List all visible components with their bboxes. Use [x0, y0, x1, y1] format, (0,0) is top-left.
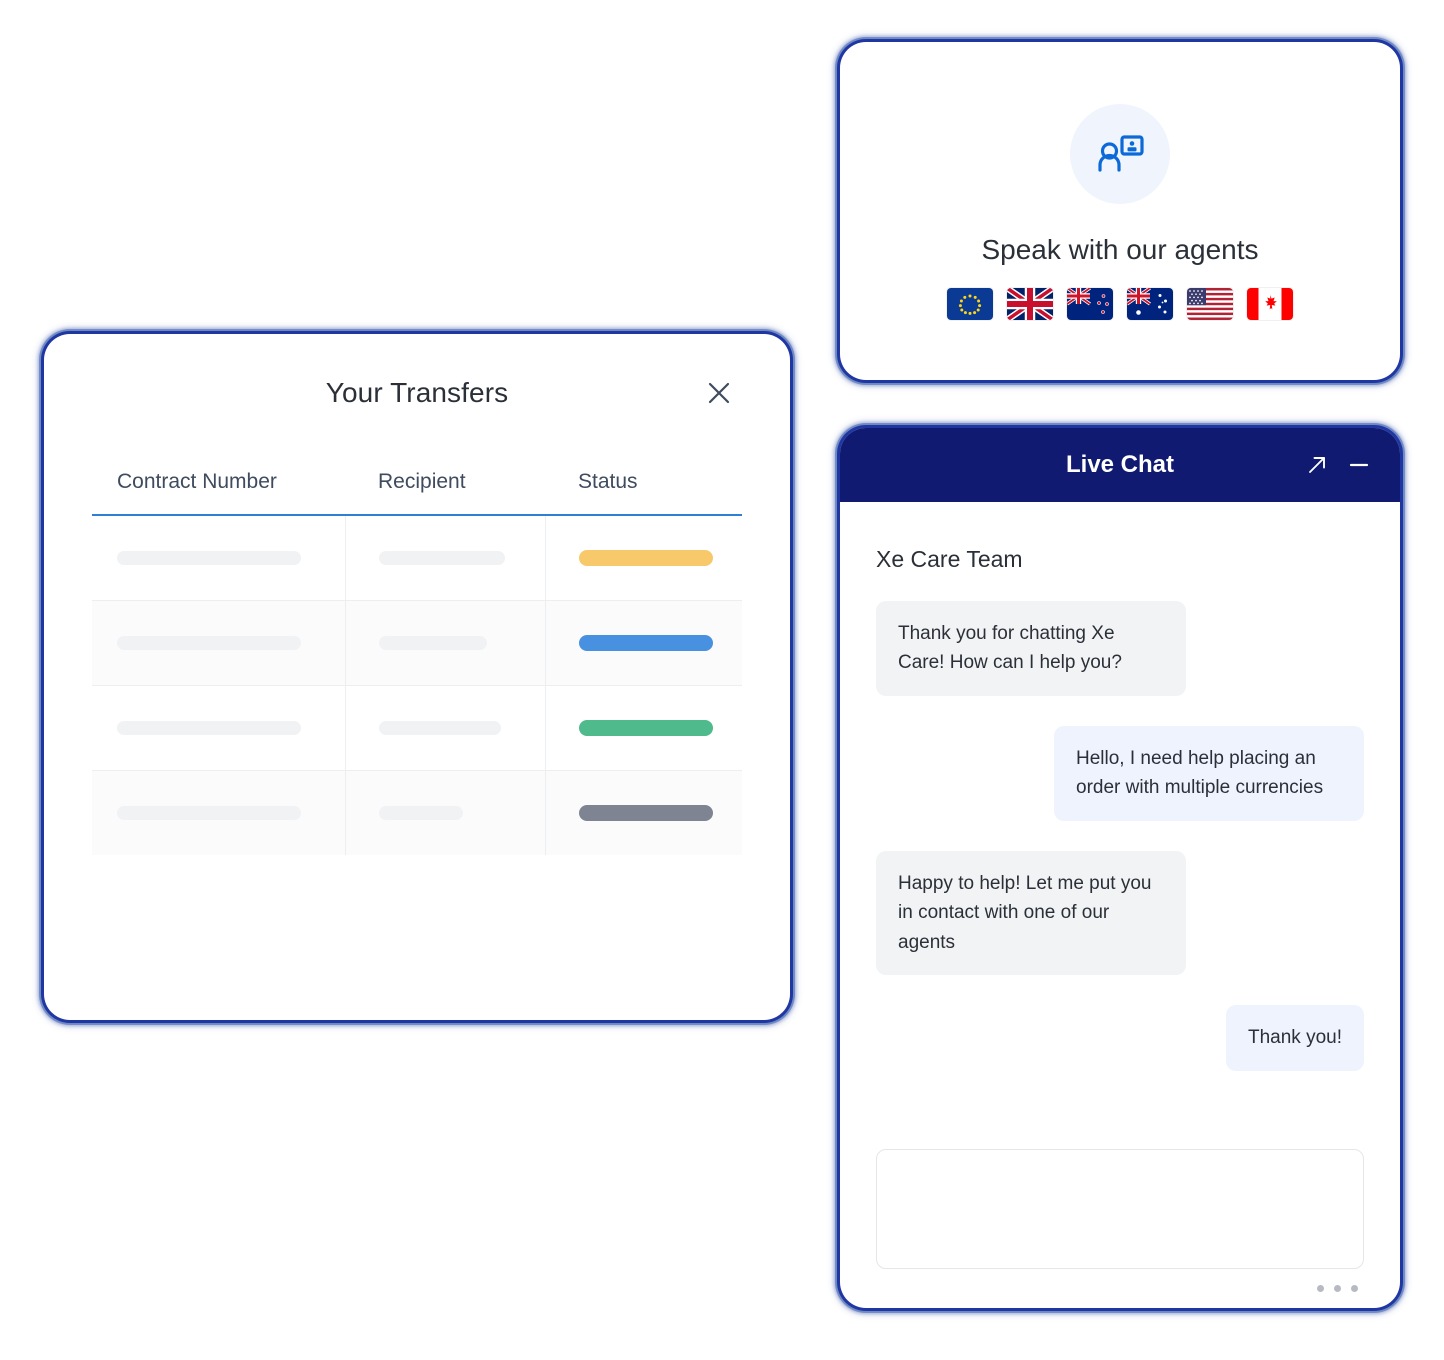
- chat-message-user: Hello, I need help placing an order with…: [1054, 725, 1364, 821]
- close-icon[interactable]: [702, 376, 736, 410]
- flag-european-union: [947, 288, 993, 320]
- cell-recipient: [345, 601, 545, 685]
- agents-title: Speak with our agents: [981, 234, 1259, 265]
- typing-dot: [1334, 1285, 1341, 1292]
- typing-dots-icon: [876, 1269, 1364, 1292]
- column-header-recipient: Recipient: [378, 470, 466, 493]
- blank-panel-bottom-left: [44, 1060, 804, 1328]
- cell-status: [545, 686, 742, 770]
- flag-canada: [1247, 288, 1293, 320]
- live-chat-panel: Live Chat Xe Care Team Thank you for cha…: [840, 428, 1400, 1308]
- speak-with-agents-panel: Speak with our agents: [840, 42, 1400, 380]
- placeholder-bar: [117, 551, 301, 565]
- table-row[interactable]: [92, 516, 742, 600]
- cell-status: [545, 601, 742, 685]
- page-title: Your Transfers: [325, 377, 509, 408]
- cell-contract-number: [92, 771, 345, 855]
- placeholder-bar: [379, 721, 501, 735]
- flag-united-kingdom: [1007, 288, 1053, 320]
- expand-arrow-icon[interactable]: [1304, 452, 1330, 478]
- typing-dot: [1317, 1285, 1324, 1292]
- cell-recipient: [345, 516, 545, 600]
- table-row[interactable]: [92, 770, 742, 855]
- flag-united-states: [1187, 288, 1233, 320]
- chat-message-input[interactable]: [876, 1149, 1364, 1269]
- cell-recipient: [345, 686, 545, 770]
- live-chat-title: Live Chat: [1065, 451, 1175, 478]
- chat-team-name: Xe Care Team: [876, 546, 1023, 572]
- chat-message-list: Xe Care Team Thank you for chatting Xe C…: [840, 502, 1400, 1149]
- chat-footer: [840, 1149, 1400, 1308]
- cell-status: [545, 771, 742, 855]
- minimize-icon[interactable]: [1346, 452, 1372, 478]
- typing-dot: [1351, 1285, 1358, 1292]
- transfers-header: Your Transfers: [44, 334, 790, 452]
- status-badge: [579, 550, 713, 566]
- status-badge: [579, 720, 713, 736]
- blank-panel-top-left: [44, 56, 804, 274]
- column-header-status: Status: [578, 470, 638, 493]
- placeholder-bar: [379, 806, 463, 820]
- transfers-table: Contract Number Recipient Status: [92, 470, 742, 855]
- placeholder-bar: [117, 721, 301, 735]
- your-transfers-panel: Your Transfers Contract Number Recipient…: [44, 334, 790, 1020]
- agent-badge-icon: [1070, 104, 1170, 204]
- live-chat-header: Live Chat: [840, 428, 1400, 502]
- placeholder-bar: [379, 551, 505, 565]
- flag-new-zealand: [1067, 288, 1113, 320]
- placeholder-bar: [117, 636, 301, 650]
- status-badge: [579, 635, 713, 651]
- column-header-contract-number: Contract Number: [117, 470, 277, 493]
- live-chat-header-actions: [1304, 452, 1372, 478]
- chat-message-agent: Happy to help! Let me put you in contact…: [876, 850, 1186, 976]
- cell-contract-number: [92, 686, 345, 770]
- table-header-row: Contract Number Recipient Status: [92, 470, 742, 516]
- placeholder-bar: [117, 806, 301, 820]
- status-badge: [579, 805, 713, 821]
- table-row[interactable]: [92, 685, 742, 770]
- flag-row: [947, 288, 1293, 320]
- cell-contract-number: [92, 516, 345, 600]
- chat-message-agent: Thank you for chatting Xe Care! How can …: [876, 601, 1186, 696]
- cell-contract-number: [92, 601, 345, 685]
- chat-message-user: Thank you!: [1226, 1005, 1364, 1071]
- placeholder-bar: [379, 636, 487, 650]
- table-row[interactable]: [92, 600, 742, 685]
- cell-recipient: [345, 771, 545, 855]
- cell-status: [545, 516, 742, 600]
- flag-australia: [1127, 288, 1173, 320]
